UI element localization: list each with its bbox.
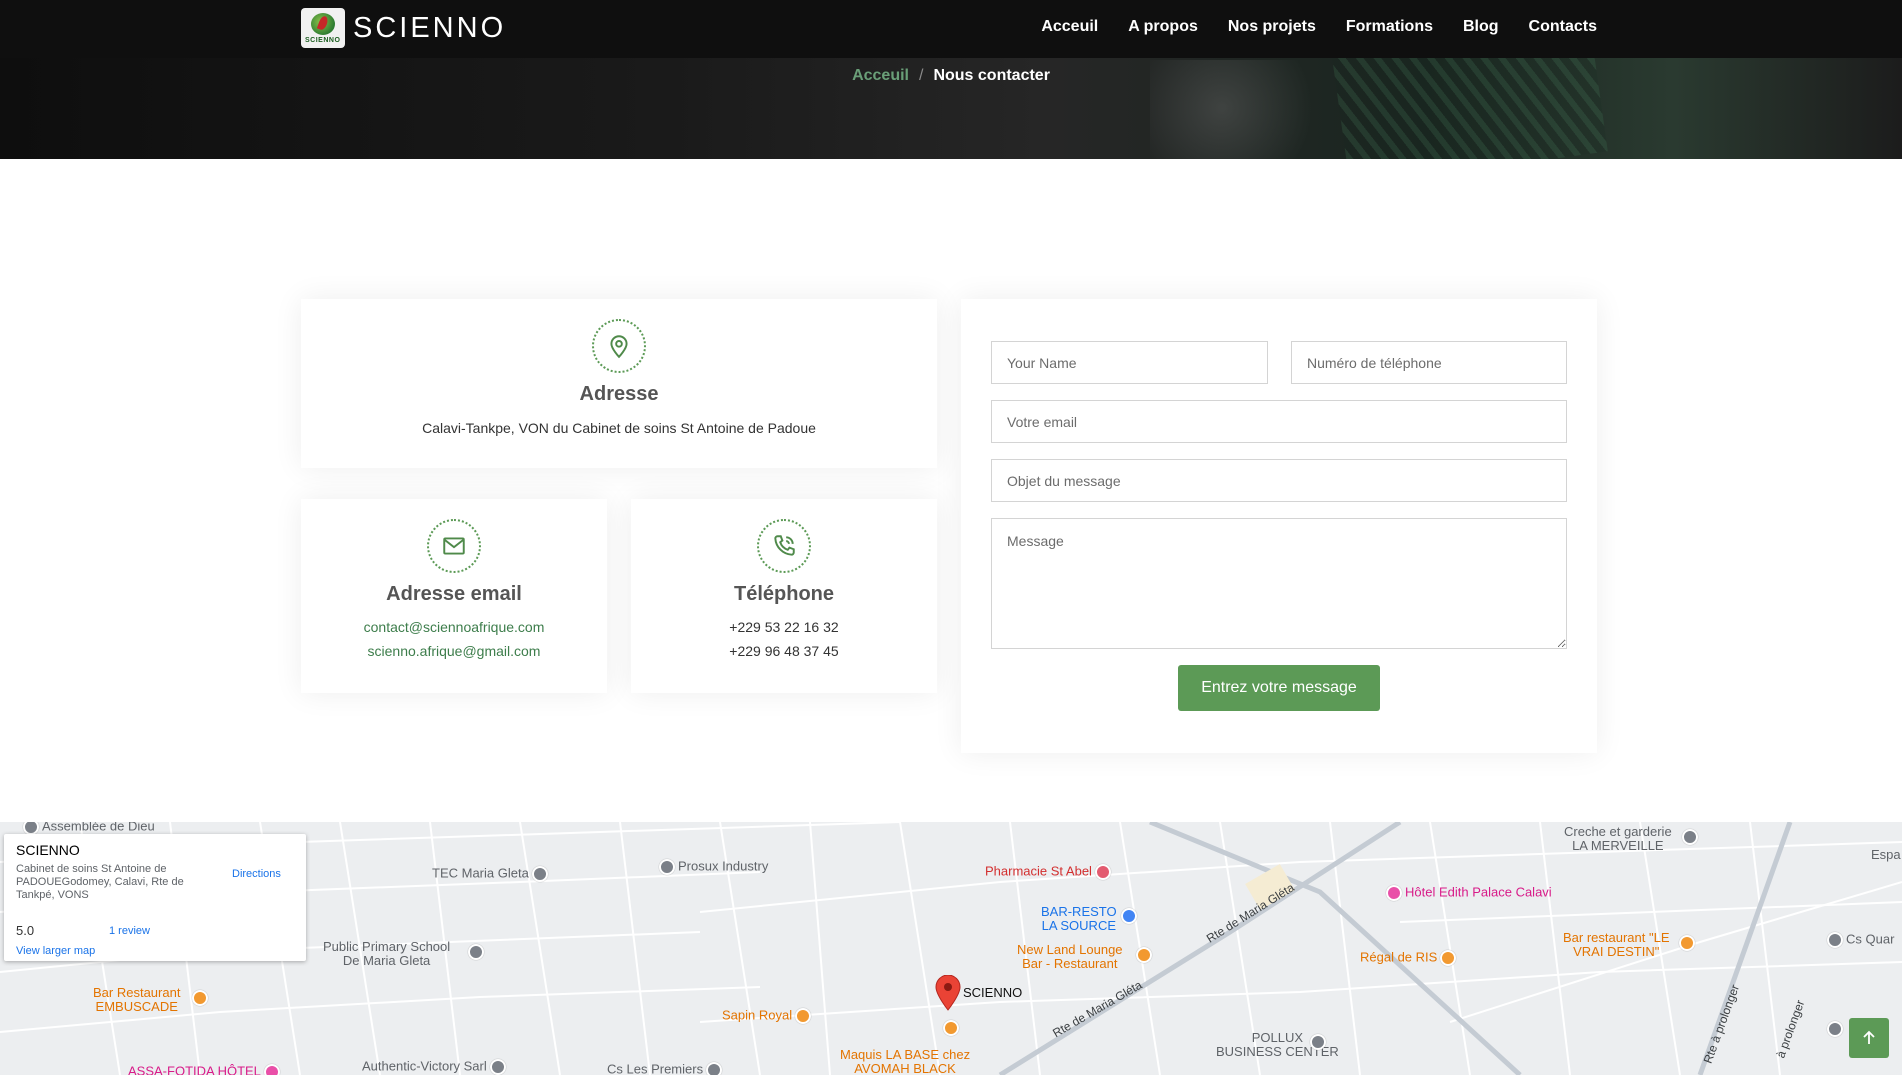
map-info-rating: 5.0 — [16, 923, 35, 938]
contact-form: Entrez votre message — [961, 299, 1597, 753]
envelope-icon — [427, 519, 481, 573]
address-title: Adresse — [579, 383, 659, 405]
message-textarea[interactable] — [991, 518, 1567, 649]
map-place-embuscade-pin[interactable] — [189, 990, 211, 1006]
map-place-creche[interactable]: Creche et garderie LA MERVEILLE — [1564, 825, 1672, 853]
email-link-2[interactable]: scienno.afrique@gmail.com — [301, 643, 607, 659]
map-directions-link[interactable]: Directions — [232, 868, 281, 880]
breadcrumb-current: Nous contacter — [933, 67, 1050, 84]
arrow-up-icon — [1863, 1030, 1875, 1044]
map-larger-map-link[interactable]: View larger map — [16, 945, 95, 957]
map-place-authentic[interactable]: Authentic-Victory Sarl — [362, 1059, 509, 1075]
map-place-bar-resto[interactable]: BAR-RESTO LA SOURCE — [1041, 905, 1117, 933]
phone-input[interactable] — [1291, 341, 1567, 384]
map-place-cs-premiers[interactable]: Cs Les Premiers — [607, 1062, 725, 1075]
map-place-prosux[interactable]: Prosux Industry — [656, 859, 768, 875]
nav-item-a-propos[interactable]: A propos — [1128, 18, 1198, 36]
address-card: Adresse Calavi-Tankpe, VON du Cabinet de… — [301, 299, 937, 468]
map-marker-label: SCIENNO — [963, 985, 1023, 1000]
phone-icon — [757, 519, 811, 573]
phone-number-2[interactable]: +229 96 48 37 45 — [631, 643, 937, 659]
phone-card: Téléphone +229 53 22 16 32 +229 96 48 37… — [631, 499, 937, 693]
breadcrumb: Acceuil / Nous contacter — [0, 67, 1902, 85]
map-marker-icon[interactable] — [935, 974, 961, 1016]
map-place-maquis[interactable]: Maquis LA BASE chez AVOMAH BLACK — [840, 1048, 970, 1075]
map-place-tec[interactable]: TEC Maria Gleta — [432, 866, 551, 882]
map-place-creche-pin[interactable] — [1679, 829, 1701, 845]
map-info-title: SCIENNO — [16, 842, 80, 858]
email-link-1[interactable]: contact@sciennoafrique.com — [301, 619, 607, 635]
address-text: Calavi-Tankpe, VON du Cabinet de soins S… — [422, 420, 816, 436]
site-logo[interactable]: SCIENNO — [301, 8, 345, 48]
phone-title: Téléphone — [733, 583, 834, 605]
top-navbar: SCIENNO SCIENNO Acceuil A propos Nos pro… — [0, 0, 1902, 58]
logo-text: SCIENNO — [305, 37, 341, 44]
nav-item-acceuil[interactable]: Acceuil — [1041, 18, 1098, 36]
map-place-regal[interactable]: Régal de RIS — [1360, 950, 1459, 966]
map-info-address: Cabinet de soins St Antoine de PADOUEGod… — [16, 863, 184, 901]
map-place-sapin-royal[interactable]: Sapin Royal — [722, 1008, 814, 1024]
map-place-maquis-pin[interactable] — [940, 1020, 962, 1036]
map-info-window: SCIENNO Cabinet de soins St Antoine de P… — [4, 834, 306, 961]
map-place-pollux-pin[interactable] — [1307, 1034, 1329, 1050]
breadcrumb-home-link[interactable]: Acceuil — [852, 67, 909, 84]
map-place-espa[interactable]: Espa — [1871, 848, 1901, 862]
map-reviews-link[interactable]: 1 review — [109, 925, 150, 937]
map-place-new-land-pin[interactable] — [1133, 947, 1155, 963]
name-input[interactable] — [991, 341, 1268, 384]
breadcrumb-separator: / — [919, 67, 924, 84]
map-place-pharmacie[interactable]: Pharmacie St Abel — [985, 864, 1114, 880]
map-place-vrai-destin-pin[interactable] — [1676, 935, 1698, 951]
map-place-embuscade[interactable]: Bar Restaurant EMBUSCADE — [93, 986, 180, 1014]
map-place-assa[interactable]: ASSA-FOTIDA HÔTEL — [128, 1064, 283, 1075]
map-place-hotel-edith[interactable]: Hôtel Edith Palace Calavi — [1383, 885, 1552, 901]
map-place-bar-resto-pin[interactable] — [1118, 908, 1140, 924]
subject-input[interactable] — [991, 459, 1567, 502]
brand-name[interactable]: SCIENNO — [353, 12, 506, 45]
nav-item-formations[interactable]: Formations — [1346, 18, 1433, 36]
phone-number-1[interactable]: +229 53 22 16 32 — [631, 619, 937, 635]
nav-item-nos-projets[interactable]: Nos projets — [1228, 18, 1316, 36]
nav-item-contacts[interactable]: Contacts — [1529, 18, 1597, 36]
nav-item-blog[interactable]: Blog — [1463, 18, 1499, 36]
main-nav: Acceuil A propos Nos projets Formations … — [1011, 18, 1597, 36]
email-title: Adresse email — [386, 583, 522, 605]
map-place-primary-school-pin[interactable] — [465, 944, 487, 960]
map-place-new-land[interactable]: New Land Lounge Bar - Restaurant — [1017, 943, 1123, 971]
map-place-primary-school[interactable]: Public Primary School De Maria Gleta — [323, 940, 450, 968]
map-place-cs-quar[interactable]: Cs Quar — [1824, 932, 1894, 948]
location-pin-icon — [592, 319, 646, 373]
submit-button[interactable]: Entrez votre message — [1178, 665, 1380, 711]
map-place-extra-pin[interactable] — [1824, 1021, 1846, 1037]
email-input[interactable] — [991, 400, 1567, 443]
scroll-to-top-button[interactable] — [1849, 1018, 1889, 1058]
email-card: Adresse email contact@sciennoafrique.com… — [301, 499, 607, 693]
map-place-vrai-destin[interactable]: Bar restaurant "LE VRAI DESTIN" — [1563, 931, 1670, 959]
